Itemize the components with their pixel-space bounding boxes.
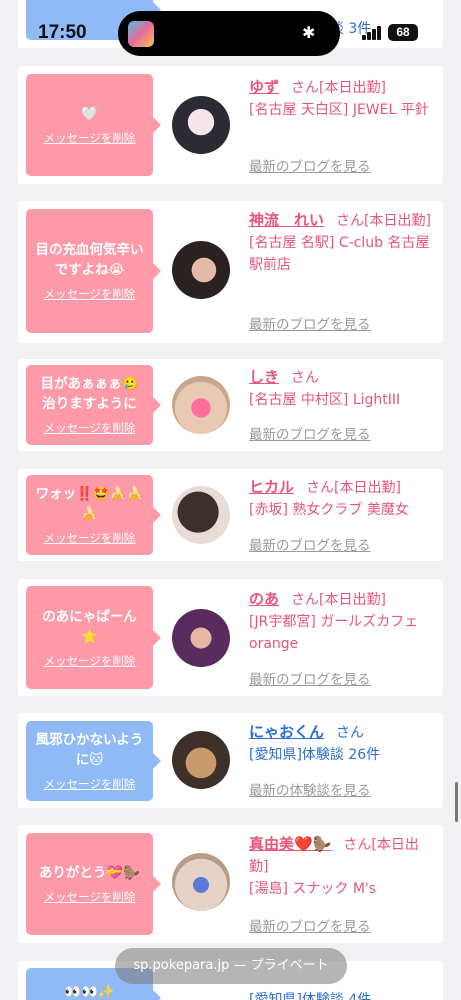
message-text: 👀👀✨: [64, 984, 115, 1000]
san-label: さん: [343, 837, 372, 853]
message-bubble: 目の充血何気辛いですよね😭 メッセージを削除: [26, 209, 161, 333]
review-count-label: [愛知県]体験談 26件: [249, 747, 381, 763]
shop-label: [名古屋 天白区] JEWEL 平針: [249, 102, 429, 118]
message-bubble: ありがとう💝🦫 メッセージを削除: [26, 833, 161, 935]
card-info: にゃおくん さん [愛知県]体験談 26件: [249, 721, 437, 766]
card-info: 真由美❤️🦫 さん[本日出勤] [湯島] スナック M's: [249, 833, 437, 900]
delete-message-link[interactable]: メッセージを削除: [44, 130, 136, 146]
avatar[interactable]: [172, 853, 230, 911]
delete-message-link[interactable]: メッセージを削除: [44, 286, 136, 302]
scrollbar[interactable]: [455, 782, 458, 822]
san-label: さん: [291, 370, 320, 386]
status-bar: 17:50 ✱ 68: [0, 0, 461, 60]
cellular-signal-icon: [362, 26, 382, 40]
message-card: ワォッ‼️🤩🍌🍌🍌 メッセージを削除 ヒカル さん[本日出勤] [赤坂] 熟女クラ…: [18, 469, 443, 561]
delete-message-link[interactable]: メッセージを削除: [44, 889, 136, 905]
shop-label: [名古屋 名駅] C-club 名古屋駅前店: [249, 235, 430, 273]
san-label: さん: [291, 80, 320, 96]
today-label: [本日出勤]: [364, 213, 431, 229]
dynamic-island: ✱: [118, 11, 340, 56]
latest-blog-link[interactable]: 最新のブログを見る: [249, 915, 371, 935]
message-text: のあにゃぱーん⭐: [42, 608, 137, 645]
bluetooth-icon: ✱: [302, 23, 316, 42]
today-label: [本日出勤]: [319, 80, 386, 96]
card-info: ヒカル さん[本日出勤] [赤坂] 熟女クラブ 美魔女: [249, 476, 437, 521]
message-text: 目があぁぁぁ🥲治りますように: [40, 376, 139, 412]
avatar[interactable]: [172, 731, 230, 789]
delete-message-link[interactable]: メッセージを削除: [44, 776, 136, 792]
message-bubble: 目があぁぁぁ🥲治りますように メッセージを削除: [26, 365, 161, 445]
message-text: 目の充血何気辛いですよね😭: [35, 242, 144, 278]
avatar[interactable]: [172, 241, 230, 299]
reviewer-name-link[interactable]: にゃおくん: [249, 723, 324, 741]
san-label: さん: [306, 480, 335, 496]
message-card: ありがとう💝🦫 メッセージを削除 真由美❤️🦫 さん[本日出勤] [湯島] スナッ…: [18, 825, 443, 943]
girl-name-link[interactable]: 真由美❤️🦫: [249, 835, 331, 853]
message-card: 🤍 メッセージを削除 ゆず さん[本日出勤] [名古屋 天白区] JEWEL 平針…: [18, 66, 443, 184]
shop-label: [名古屋 中村区] LightIII: [249, 392, 401, 408]
san-label: さん: [336, 725, 365, 741]
latest-blog-link[interactable]: 最新のブログを見る: [249, 155, 371, 175]
latest-blog-link[interactable]: 最新のブログを見る: [249, 534, 371, 554]
today-label: [本日出勤]: [334, 480, 401, 496]
san-label: さん: [291, 592, 320, 608]
delete-message-link[interactable]: メッセージを削除: [44, 420, 136, 436]
review-count-label: [愛知県]体験談 4件: [249, 992, 372, 1000]
message-card: 風邪ひかないように🐱 メッセージを削除 にゃおくん さん [愛知県]体験談 26件…: [18, 713, 443, 808]
avatar[interactable]: [172, 96, 230, 154]
latest-blog-link[interactable]: 最新のブログを見る: [249, 313, 371, 333]
url-bar[interactable]: sp.pokepara.jp — プライベート: [115, 948, 347, 984]
delete-message-link[interactable]: メッセージを削除: [44, 653, 136, 669]
girl-name-link[interactable]: ゆず: [249, 78, 279, 96]
card-info: [愛知県]体験談 4件: [249, 989, 437, 1000]
message-text: ワォッ‼️🤩🍌🍌🍌: [35, 486, 144, 522]
latest-blog-link[interactable]: 最新のブログを見る: [249, 423, 371, 443]
avatar[interactable]: [172, 486, 230, 544]
san-label: さん: [336, 213, 365, 229]
shop-label: [赤坂] 熟女クラブ 美魔女: [249, 502, 409, 518]
avatar[interactable]: [172, 376, 230, 434]
message-bubble: ワォッ‼️🤩🍌🍌🍌 メッセージを削除: [26, 475, 161, 555]
avatar[interactable]: [172, 609, 230, 667]
card-info: 神流 れい さん[本日出勤] [名古屋 名駅] C-club 名古屋駅前店: [249, 209, 437, 276]
message-text: ありがとう💝🦫: [38, 865, 141, 881]
battery-icon: 68: [388, 24, 418, 41]
message-card: 目の充血何気辛いですよね😭 メッセージを削除 神流 れい さん[本日出勤] [名古…: [18, 201, 443, 343]
girl-name-link[interactable]: ヒカル: [249, 478, 294, 496]
girl-name-link[interactable]: のあ: [249, 590, 279, 608]
card-info: のあ さん[本日出勤] [JR宇都宮] ガールズカフェorange: [249, 588, 437, 655]
message-text: 風邪ひかないように🐱: [35, 732, 144, 768]
message-bubble: 🤍 メッセージを削除: [26, 74, 161, 176]
latest-review-link[interactable]: 最新の体験談を見る: [249, 779, 371, 799]
today-label: [本日出勤]: [319, 592, 386, 608]
now-playing-app-icon: [128, 21, 154, 47]
card-info: ゆず さん[本日出勤] [名古屋 天白区] JEWEL 平針: [249, 76, 437, 121]
message-bubble: 風邪ひかないように🐱 メッセージを削除: [26, 721, 161, 801]
latest-blog-link[interactable]: 最新のブログを見る: [249, 668, 371, 688]
message-card: 目があぁぁぁ🥲治りますように メッセージを削除 しき さん [名古屋 中村区] L…: [18, 359, 443, 451]
girl-name-link[interactable]: 神流 れい: [249, 211, 324, 229]
shop-label: [JR宇都宮] ガールズカフェorange: [249, 614, 419, 652]
girl-name-link[interactable]: しき: [249, 368, 279, 386]
shop-label: [湯島] スナック M's: [249, 881, 377, 897]
delete-message-link[interactable]: メッセージを削除: [44, 530, 136, 546]
clock: 17:50: [38, 22, 87, 43]
message-bubble: のあにゃぱーん⭐ メッセージを削除: [26, 586, 161, 689]
card-info: しき さん [名古屋 中村区] LightIII: [249, 366, 437, 411]
message-card: のあにゃぱーん⭐ メッセージを削除 のあ さん[本日出勤] [JR宇都宮] ガール…: [18, 579, 443, 696]
message-text: 🤍: [81, 106, 98, 122]
